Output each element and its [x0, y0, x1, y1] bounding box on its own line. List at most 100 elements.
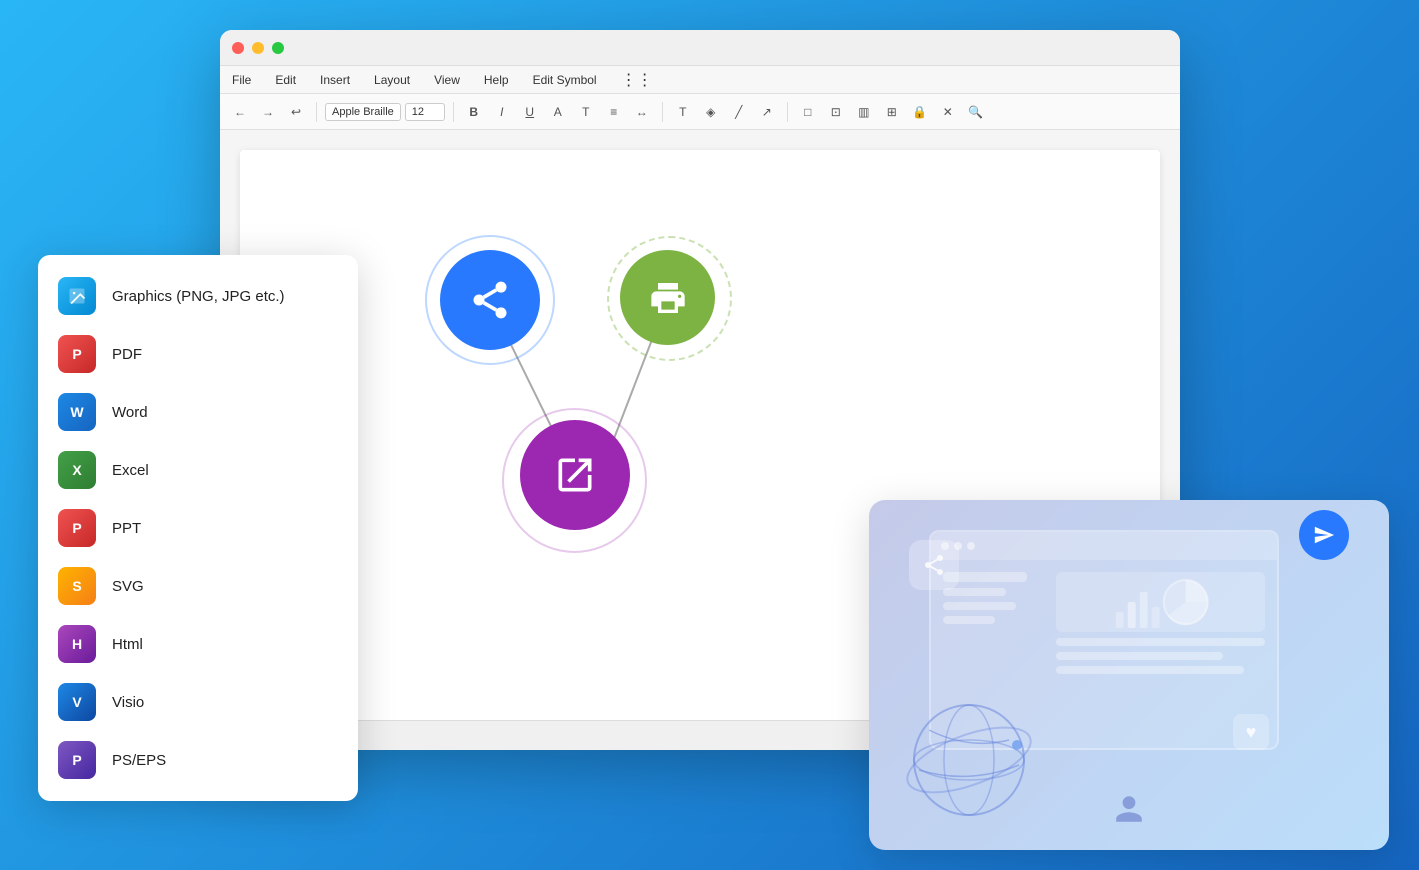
- export-menu-item-html[interactable]: H Html: [38, 615, 358, 673]
- separator-2: [453, 102, 454, 122]
- send-badge: [1299, 510, 1349, 560]
- group-button[interactable]: ▥: [852, 100, 876, 124]
- export-menu-item-visio[interactable]: V Visio: [38, 673, 358, 731]
- export-node[interactable]: [520, 420, 630, 530]
- export-icon: [553, 453, 597, 497]
- export-label-ppt: PPT: [112, 520, 141, 537]
- content-line-2: [1056, 652, 1223, 660]
- export-icon-svg: S: [58, 567, 96, 605]
- export-label-ps: PS/EPS: [112, 752, 166, 769]
- export-icon-ppt: P: [58, 509, 96, 547]
- export-icon-ps: P: [58, 741, 96, 779]
- menu-edit-symbol[interactable]: Edit Symbol: [529, 71, 601, 89]
- browser-dot-1: [941, 542, 949, 550]
- globe-illustration: [899, 690, 1039, 830]
- browser-sidebar: [943, 572, 1048, 674]
- close-toolbar-button[interactable]: ✕: [936, 100, 960, 124]
- export-menu-item-word[interactable]: W Word: [38, 383, 358, 441]
- italic-button[interactable]: I: [490, 100, 514, 124]
- heart-icon: ♥: [1246, 722, 1257, 743]
- menu-edit[interactable]: Edit: [271, 71, 300, 89]
- separator-1: [316, 102, 317, 122]
- menu-bar: File Edit Insert Layout View Help Edit S…: [220, 66, 1180, 94]
- separator-3: [662, 102, 663, 122]
- print-node[interactable]: [620, 250, 715, 345]
- export-icon-png: [58, 277, 96, 315]
- export-icon-pdf: P: [58, 335, 96, 373]
- text-button[interactable]: T: [574, 100, 598, 124]
- illustration-inner: ♥: [869, 500, 1389, 850]
- toolbar: ← → ↩ Apple Braille 12 B I U A T ≡ ↔ T ◈…: [220, 94, 1180, 130]
- content-line-1: [1056, 638, 1265, 646]
- font-color-button[interactable]: A: [546, 100, 570, 124]
- export-menu-item-pdf[interactable]: P PDF: [38, 325, 358, 383]
- layer-button[interactable]: ⊞: [880, 100, 904, 124]
- browser-top: [931, 532, 1277, 560]
- sidebar-line-1: [943, 572, 1027, 582]
- sidebar-line-3: [943, 602, 1016, 610]
- table-button[interactable]: ⊡: [824, 100, 848, 124]
- export-icon-visio: V: [58, 683, 96, 721]
- browser-main: [1056, 572, 1265, 674]
- title-bar: [220, 30, 1180, 66]
- content-line-3: [1056, 666, 1244, 674]
- export-menu: Graphics (PNG, JPG etc.) P PDF W Word X Excel P…: [38, 255, 358, 801]
- close-button[interactable]: [232, 42, 244, 54]
- menu-view[interactable]: View: [430, 71, 464, 89]
- export-label-visio: Visio: [112, 694, 144, 711]
- underline-button[interactable]: U: [518, 100, 542, 124]
- export-label-excel: Excel: [112, 462, 149, 479]
- undo-button[interactable]: ←: [228, 100, 252, 124]
- text-format-button[interactable]: T: [671, 100, 695, 124]
- search-button[interactable]: 🔍: [964, 100, 988, 124]
- globe-svg: [899, 690, 1039, 830]
- menu-help[interactable]: Help: [480, 71, 513, 89]
- sidebar-line-2: [943, 588, 1006, 596]
- export-label-png: Graphics (PNG, JPG etc.): [112, 288, 285, 305]
- export-label-pdf: PDF: [112, 346, 142, 363]
- export-menu-item-ppt[interactable]: P PPT: [38, 499, 358, 557]
- print-icon: [648, 278, 688, 318]
- export-menu-item-excel[interactable]: X Excel: [38, 441, 358, 499]
- export-icon-excel: X: [58, 451, 96, 489]
- browser-dot-2: [954, 542, 962, 550]
- person-icon: [1113, 793, 1145, 825]
- export-label-svg: SVG: [112, 578, 144, 595]
- connector-button[interactable]: ↗: [755, 100, 779, 124]
- separator-4: [787, 102, 788, 122]
- browser-dot-3: [967, 542, 975, 550]
- export-menu-item-ps[interactable]: P PS/EPS: [38, 731, 358, 789]
- font-selector[interactable]: Apple Braille: [325, 103, 401, 121]
- menu-file[interactable]: File: [228, 71, 255, 89]
- shape-button[interactable]: □: [796, 100, 820, 124]
- export-icon-html: H: [58, 625, 96, 663]
- user-avatar: [1113, 793, 1145, 830]
- line-button[interactable]: ╱: [727, 100, 751, 124]
- send-icon: [1313, 524, 1335, 546]
- minimize-button[interactable]: [252, 42, 264, 54]
- redo-button[interactable]: →: [256, 100, 280, 124]
- export-menu-item-svg[interactable]: S SVG: [38, 557, 358, 615]
- export-icon-word: W: [58, 393, 96, 431]
- bold-button[interactable]: B: [462, 100, 486, 124]
- reset-button[interactable]: ↩: [284, 100, 308, 124]
- chart-svg: [1056, 572, 1265, 632]
- lock-button[interactable]: 🔒: [908, 100, 932, 124]
- menu-insert[interactable]: Insert: [316, 71, 354, 89]
- fill-button[interactable]: ◈: [699, 100, 723, 124]
- font-size-selector[interactable]: 12: [405, 103, 445, 121]
- browser-content: [931, 560, 1277, 686]
- spacing-button[interactable]: ↔: [630, 100, 654, 124]
- share-icon: [468, 278, 512, 322]
- maximize-button[interactable]: [272, 42, 284, 54]
- heart-badge: ♥: [1233, 714, 1269, 750]
- menu-extra[interactable]: ⋮⋮: [617, 68, 657, 92]
- align-button[interactable]: ≡: [602, 100, 626, 124]
- export-label-word: Word: [112, 404, 148, 421]
- export-label-html: Html: [112, 636, 143, 653]
- menu-layout[interactable]: Layout: [370, 71, 414, 89]
- export-menu-item-png[interactable]: Graphics (PNG, JPG etc.): [38, 267, 358, 325]
- illustration-panel: ♥: [869, 500, 1389, 850]
- chart-area: [1056, 572, 1265, 632]
- share-node[interactable]: [440, 250, 540, 350]
